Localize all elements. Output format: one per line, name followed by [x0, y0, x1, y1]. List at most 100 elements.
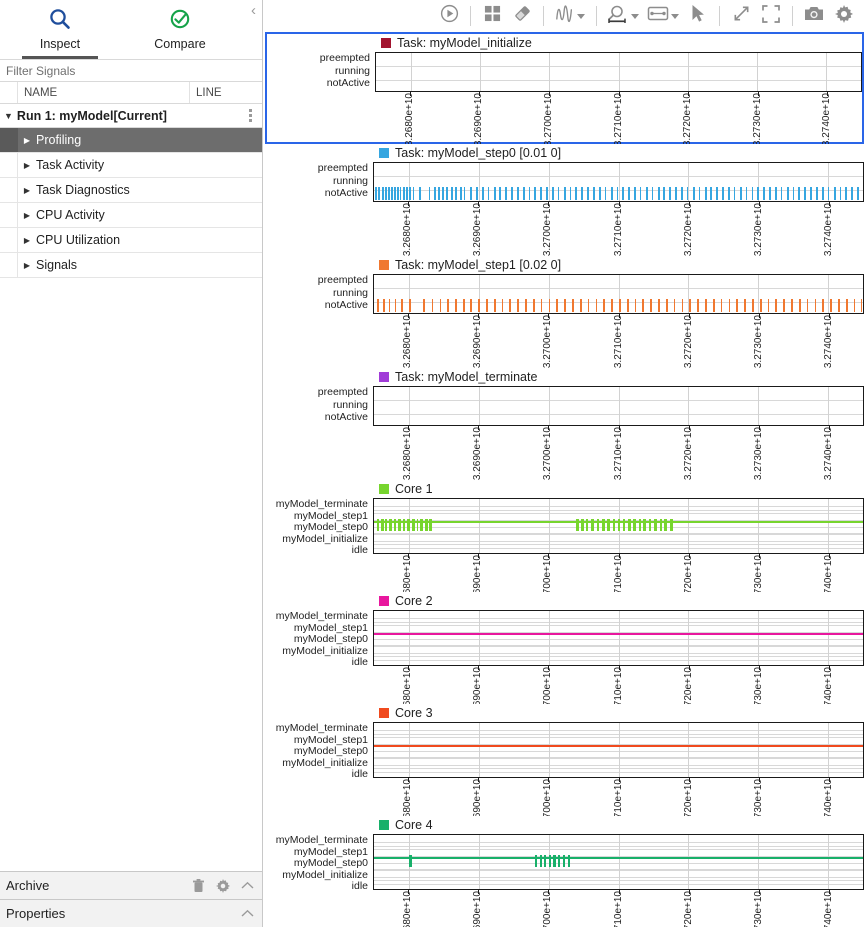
chevron-down-icon[interactable] — [577, 13, 585, 19]
signal-style-button[interactable] — [550, 2, 590, 30]
plot-axes-task-init[interactable] — [375, 52, 862, 92]
span-button[interactable] — [643, 2, 683, 30]
tab-inspect-label: Inspect — [39, 37, 81, 51]
plot-axes-task-step0[interactable] — [373, 162, 864, 202]
signal-pulse — [612, 519, 616, 531]
chevron-down-icon[interactable] — [671, 13, 679, 19]
sidebar-item-task-activity[interactable]: ▶ Task Activity — [0, 153, 262, 178]
plot-panel-core-1[interactable]: Core 1 myModel_terminate myModel_step1 myMo… — [265, 480, 864, 608]
plot-panel-core-4[interactable]: Core 4 myModel_terminate myModel_step1 myMo… — [265, 816, 864, 927]
legend-swatch — [379, 484, 389, 494]
signal-pulse — [420, 519, 424, 531]
gridline-vertical — [828, 835, 830, 889]
plot-axes-task-terminate[interactable] — [373, 386, 864, 426]
caret-right-icon[interactable]: ▶ — [18, 136, 36, 145]
y-tick-label: notActive — [324, 187, 368, 200]
plot-panel-task-terminate[interactable]: Task: myModel_terminate preempted running n… — [265, 368, 864, 480]
snapshot-button[interactable] — [799, 2, 829, 30]
x-tick-label: 3.2680e+10 — [402, 891, 414, 927]
properties-pane[interactable]: Properties — [0, 899, 262, 927]
signal-pulse — [591, 519, 595, 531]
legend-label: Task: myModel_step0 [0.01 0] — [395, 146, 562, 160]
plot-panel-task-step1[interactable]: Task: myModel_step1 [0.02 0] preempted run… — [265, 256, 864, 368]
signal-pulse — [806, 299, 809, 312]
tab-inspect[interactable]: Inspect — [0, 0, 120, 59]
chevron-down-icon[interactable] — [631, 13, 639, 19]
plot-legend-core-2: Core 2 — [265, 592, 864, 610]
gridline-vertical — [549, 53, 551, 91]
plots-scroll-area[interactable]: Task: myModel_initialize preempted running… — [263, 32, 865, 927]
clear-button[interactable] — [507, 2, 537, 30]
gridline-vertical — [410, 53, 412, 91]
plot-axes-core-3[interactable] — [373, 722, 864, 778]
chevron-up-icon[interactable] — [241, 881, 254, 890]
trash-icon[interactable] — [192, 878, 205, 893]
layout-button[interactable] — [477, 2, 507, 30]
zoom-button[interactable] — [603, 2, 643, 30]
sidebar-item-profiling[interactable]: ▶ Profiling — [0, 128, 262, 153]
sidebar-item-cpu-utilization[interactable]: ▶ CPU Utilization — [0, 228, 262, 253]
x-tick-label: 3.2730e+10 — [751, 93, 763, 147]
caret-right-icon[interactable]: ▶ — [18, 186, 36, 195]
signal-pulse — [634, 187, 637, 200]
plot-axes-core-2[interactable] — [373, 610, 864, 666]
plot-panel-task-init[interactable]: Task: myModel_initialize preempted running… — [265, 32, 864, 146]
run-node-label: Run 1: myModel[Current] — [16, 108, 167, 123]
caret-right-icon[interactable]: ▶ — [18, 211, 36, 220]
gear-icon[interactable] — [216, 878, 230, 893]
archive-pane[interactable]: Archive — [0, 871, 262, 899]
fit-to-view-button[interactable] — [726, 2, 756, 30]
signal-pulse — [564, 299, 566, 312]
column-header-name[interactable]: NAME — [18, 82, 190, 103]
pointer-button[interactable] — [683, 2, 713, 30]
signal-pulse — [532, 299, 535, 312]
gridline-vertical — [478, 163, 480, 201]
properties-label: Properties — [6, 906, 66, 921]
chevron-left-icon[interactable]: ‹ — [251, 3, 256, 18]
caret-down-icon[interactable]: ▼ — [4, 111, 13, 121]
sidebar-item-signals[interactable]: ▶ Signals — [0, 253, 262, 278]
sidebar-item-cpu-activity[interactable]: ▶ CPU Activity — [0, 203, 262, 228]
x-tick-label: 3.2690e+10 — [473, 93, 485, 147]
gridline-vertical — [408, 611, 410, 665]
chevron-up-icon[interactable] — [241, 909, 254, 918]
signal-pulse — [712, 299, 715, 312]
signal-pulse — [657, 187, 660, 200]
x-tick-label: 3.2720e+10 — [682, 427, 694, 481]
sidebar-item-task-diagnostics[interactable]: ▶ Task Diagnostics — [0, 178, 262, 203]
plot-legend-core-4: Core 4 — [265, 816, 864, 834]
caret-right-icon[interactable]: ▶ — [18, 236, 36, 245]
caret-right-icon[interactable]: ▶ — [18, 161, 36, 170]
fullscreen-icon — [762, 4, 780, 28]
plot-body: preempted running notActive 3.2680e+10 3.269… — [267, 52, 862, 158]
gridline-vertical — [688, 835, 690, 889]
signal-pulse — [607, 519, 610, 531]
search-input[interactable] — [4, 62, 262, 79]
gridline-vertical — [618, 723, 620, 777]
column-header-line[interactable]: LINE — [190, 82, 262, 103]
settings-button[interactable] — [829, 2, 859, 30]
plot-panel-task-step0[interactable]: Task: myModel_step0 [0.01 0] preempted run… — [265, 144, 864, 256]
plot-axes-task-step1[interactable] — [373, 274, 864, 314]
gridline-vertical — [758, 723, 760, 777]
plot-axes-core-4[interactable] — [373, 834, 864, 890]
plot-panel-core-3[interactable]: Core 3 myModel_terminate myModel_step1 myMo… — [265, 704, 864, 832]
gridline-vertical — [688, 387, 690, 425]
signal-pulse — [400, 299, 403, 312]
play-circle-icon — [440, 4, 459, 28]
x-tick-label: 3.2680e+10 — [402, 427, 414, 481]
tab-compare[interactable]: Compare — [120, 0, 240, 59]
signal-pulse — [681, 187, 684, 200]
caret-right-icon[interactable]: ▶ — [18, 261, 36, 270]
run-button[interactable] — [434, 2, 464, 30]
signal-pulse — [626, 299, 629, 312]
signal-pulse — [493, 187, 496, 200]
signal-pulse — [446, 187, 448, 200]
signal-pulse — [587, 299, 590, 312]
run-node[interactable]: ▼ Run 1: myModel[Current] — [0, 104, 262, 128]
kebab-menu-icon[interactable] — [249, 109, 252, 122]
signal-pulse — [511, 187, 513, 200]
fullscreen-button[interactable] — [756, 2, 786, 30]
plot-axes-core-1[interactable] — [373, 498, 864, 554]
plot-panel-core-2[interactable]: Core 2 myModel_terminate myModel_step1 myMo… — [265, 592, 864, 720]
